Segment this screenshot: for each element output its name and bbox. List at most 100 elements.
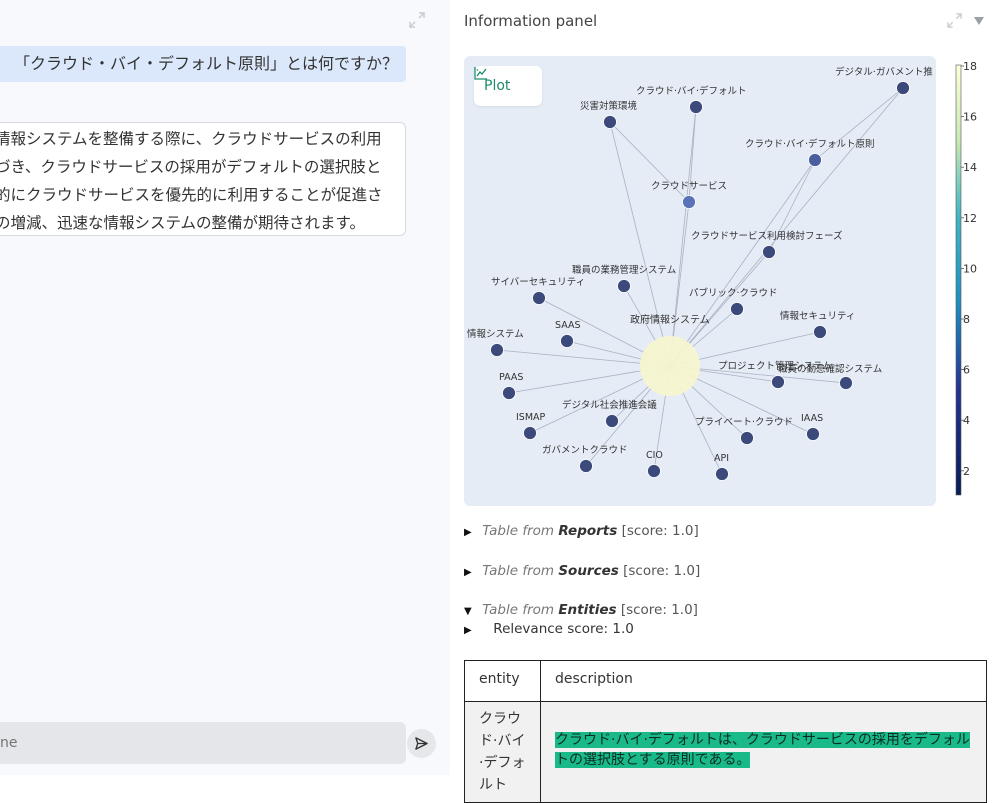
graph-node-label: API [714,453,729,464]
description-line: クラウド·バイ·デフォルトは、クラウドサービスの採用をデフォル [555,732,970,748]
section-score: [score: 1.0] [621,523,699,539]
user-message: 「クラウド・バイ・デフォルト原則」とは何ですか？ [0,46,406,82]
graph-node[interactable] [579,459,593,473]
section-reports[interactable]: ▶ Table from Reports [score: 1.0] [464,523,699,539]
entity-line: ルト [479,777,507,793]
colorbar: 18 16 14 12 10 8 6 4 2 [955,60,977,496]
send-button[interactable] [407,729,436,758]
table-row: クラウ ド·バイ ·デフォ ルト クラウド·バイ·デフォルトは、クラウドサービス… [464,701,987,803]
bot-message-line: 的にクラウドサービスを優先的に利用することが促進さ [0,186,383,204]
colorbar-tick-label: 16 [963,111,977,124]
plot-button-label: Plot [484,78,511,94]
graph-node[interactable] [617,279,631,293]
graph-node-label: デジタル·ガバメント推 [835,66,933,78]
collapse-triangle-icon[interactable] [973,15,985,27]
graph-node-center[interactable] [640,336,700,396]
graph-node-label: PAAS [499,372,523,383]
send-icon [415,737,428,750]
section-name: Entities [558,602,617,618]
chat-panel: 「クラウド・バイ・デフォルト原則」とは何ですか？ 情報システムを整備する際に、ク… [0,0,450,775]
expand-triangle-icon: ▶ [464,567,472,578]
graph-node-label: IAAS [801,413,823,424]
graph-node[interactable] [715,467,729,481]
graph-node-label: クラウド·バイ·デフォルト [636,85,747,97]
colorbar-tick-label: 4 [963,414,970,427]
colorbar-tick-label: 2 [963,465,970,478]
expand-icon[interactable] [947,13,962,28]
section-name: Sources [558,563,619,579]
section-sources[interactable]: ▶ Table from Sources [score: 1.0] [464,563,700,579]
graph-node-label: プライベート·クラウド [695,417,793,428]
graph-node[interactable] [808,153,822,167]
plot-button[interactable]: Plot [474,66,542,106]
section-prefix: Table from [482,602,555,618]
graph-node-label: クラウドサービス利用検討フェーズ [691,230,843,242]
expand-triangle-icon: ▶ [464,527,472,538]
entity-cell: クラウ ド·バイ ·デフォ ルト [464,701,541,803]
expand-triangle-icon: ▶ [464,625,472,636]
bot-message-line: づき、クラウドサービスの採用がデフォルトの選択肢と [0,158,382,176]
table-header: description [540,660,987,702]
graph-node[interactable] [762,245,776,259]
relevance-value: : 1.0 [603,621,634,637]
graph-node-label: パブリック·クラウド [689,287,778,299]
graph-node-label: 職員の業務管理システム [572,264,676,276]
graph-node-label: ガバメントクラウド [542,445,628,456]
relevance-score-row[interactable]: ▶ Relevance score: 1.0 [464,621,634,637]
graph-node[interactable] [490,343,504,357]
graph-node-label: CIO [646,450,663,461]
graph-node[interactable] [730,302,744,316]
table-header-row: entity description [464,660,987,702]
graph-node-label: SAAS [555,320,581,331]
colorbar-tick-label: 12 [963,212,977,225]
graph-node-label: クラウド·バイ·デフォルト原則 [745,138,875,150]
entity-line: ド·バイ [479,733,526,749]
graph-canvas[interactable]: 政府情報システム デジタル·ガバメント推クラウド·バイ·デフォルト災害対策環境クラ… [464,56,936,506]
graph-node[interactable] [896,81,910,95]
graph-node[interactable] [647,464,661,478]
graph-node-label: クラウドサービス [651,181,727,192]
graph-node[interactable] [806,427,820,441]
graph-node-label: デジタル社会推進会議 [562,399,657,411]
graph-node[interactable] [532,291,546,305]
graph-node[interactable] [502,386,516,400]
colorbar-tick-label: 14 [963,161,977,174]
information-panel: Information panel 政府情報システム デジタル·ガバメント推 クラウ… [450,0,995,803]
description-cell: クラウド·バイ·デフォルトは、クラウドサービスの採用をデフォル トの選択肢とする… [540,701,987,803]
chat-input[interactable] [0,722,406,764]
graph-node[interactable] [523,426,537,440]
graph-node-label: サイバーセキュリティ [491,277,585,288]
graph-node[interactable] [740,431,754,445]
bot-message: 情報システムを整備する際に、クラウドサービスの利用 づき、クラウドサービスの採用… [0,122,406,236]
graph-node[interactable] [689,100,703,114]
section-score: [score: 1.0] [620,602,698,618]
bot-message-line: 情報システムを整備する際に、クラウドサービスの利用 [0,130,382,148]
graph-node[interactable] [560,334,574,348]
colorbar-tick-label: 10 [963,262,977,275]
entity-line: ·デフォ [479,755,526,771]
bot-message-line: の増減、迅速な情報システムの整備が期待されます。 [0,214,365,232]
graph-node[interactable] [605,414,619,428]
network-plot[interactable]: 政府情報システム デジタル·ガバメント推 クラウド·バイ·デフォルト 災害対策環境 クラ… [464,56,936,506]
graph-node[interactable] [771,375,785,389]
colorbar-tick-label: 8 [963,313,970,326]
graph-node[interactable] [839,376,853,390]
entity-line: クラウ [479,711,521,727]
section-entities[interactable]: ▼ Table from Entities [score: 1.0] [464,602,698,618]
table-header: entity [464,660,541,702]
relevance-label: Relevance score [493,621,604,637]
graph-node[interactable] [813,325,827,339]
entities-table: entity description クラウ ド·バイ ·デフォ ルト クラウド… [464,660,987,803]
colorbar-tick-label: 6 [963,364,970,377]
graph-node-label: 災害対策環境 [580,100,638,112]
graph-node-label: ISMAP [516,412,546,423]
expand-icon[interactable] [409,12,425,28]
graph-node[interactable] [603,115,617,129]
graph-edge [609,121,671,367]
colorbar-tick-label: 18 [963,60,977,73]
graph-node[interactable] [682,195,696,209]
collapse-triangle-icon: ▼ [464,606,472,617]
section-prefix: Table from [482,563,555,579]
section-name: Reports [558,523,618,539]
graph-node-label: 職員の勤怠確認システム [778,363,882,375]
